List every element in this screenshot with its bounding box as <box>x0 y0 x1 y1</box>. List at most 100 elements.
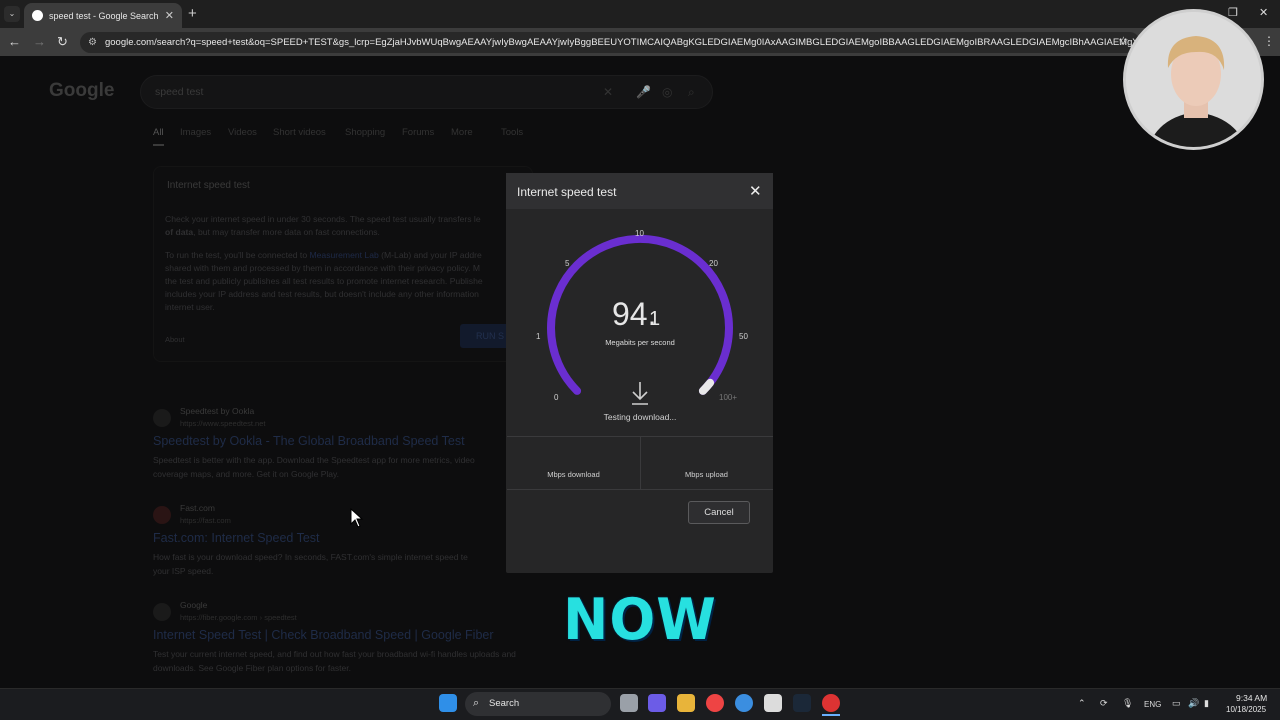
result-site: Fast.com <box>180 503 215 513</box>
speed-unit-label: Megabits per second <box>605 338 675 347</box>
google-favicon-icon <box>32 10 43 21</box>
tab-short-videos[interactable]: Short videos <box>273 127 326 138</box>
menu-icon[interactable]: ⋮ <box>1263 34 1275 48</box>
tab-search-button[interactable]: ⌄ <box>4 6 20 22</box>
clock-date[interactable]: 10/18/2025 <box>1226 705 1266 714</box>
result-snippet: downloads. See Google Fiber plan options… <box>153 663 351 673</box>
gauge-tick-label: 0 <box>554 393 559 402</box>
close-tab-icon[interactable]: ✕ <box>165 9 174 22</box>
cancel-button[interactable]: Cancel <box>688 501 750 524</box>
volume-icon[interactable]: 🔊 <box>1188 698 1199 709</box>
result-site: Google <box>180 600 208 610</box>
url-text: google.com/search?q=speed+test&oq=SPEED+… <box>104 37 1140 48</box>
steam-icon[interactable] <box>793 694 811 712</box>
active-tab-indicator <box>153 144 164 146</box>
upload-label: Mbps upload <box>685 470 728 479</box>
card-paragraph-2: To run the test, you'll be connected to … <box>165 250 482 260</box>
google-logo[interactable]: Google <box>49 80 114 102</box>
close-dialog-icon[interactable]: ✕ <box>749 182 762 200</box>
network-icon[interactable]: ▭ <box>1172 698 1181 709</box>
result-snippet: How fast is your download speed? In seco… <box>153 552 468 562</box>
reload-icon[interactable]: ↻ <box>57 34 68 50</box>
run-speed-test-button[interactable]: RUN S <box>460 324 510 348</box>
active-app-indicator <box>822 714 840 716</box>
search-input[interactable]: speed test <box>140 75 713 109</box>
back-icon[interactable]: ← <box>8 34 21 49</box>
speed-value-decimal: 1 <box>649 308 661 330</box>
card-paragraph-1: Check your internet speed in under 30 se… <box>165 214 481 224</box>
result-snippet: Test your current internet speed, and fi… <box>153 649 516 659</box>
video-caption: NOW <box>563 586 717 653</box>
microphone-icon[interactable]: 🎤 <box>636 85 651 99</box>
card-paragraph-2-line2: shared with them and processed by them i… <box>165 263 481 273</box>
result-title[interactable]: Speedtest by Ookla - The Global Broadban… <box>153 434 465 448</box>
snipping-tool-icon[interactable] <box>764 694 782 712</box>
clear-icon[interactable]: ✕ <box>603 85 613 99</box>
tab-all[interactable]: All <box>153 127 164 138</box>
download-label: Mbps download <box>547 470 600 479</box>
start-windows-icon[interactable] <box>439 694 457 712</box>
person-avatar-icon <box>1126 12 1261 147</box>
gauge-needle-indicator <box>698 378 715 395</box>
tab-videos[interactable]: Videos <box>228 127 257 138</box>
chrome-icon[interactable] <box>706 694 724 712</box>
gauge-tick-label: 100+ <box>719 393 738 402</box>
clock-time[interactable]: 9:34 AM <box>1236 693 1267 703</box>
result-snippet: your ISP speed. <box>153 566 214 576</box>
sync-icon[interactable]: ⟳ <box>1100 698 1108 709</box>
bookmark-star-icon[interactable]: ☆ <box>1118 34 1129 48</box>
tab-tools[interactable]: Tools <box>501 127 523 138</box>
battery-icon[interactable]: ▮ <box>1204 698 1209 709</box>
search-icon[interactable]: ⌕ <box>688 85 695 100</box>
result-favicon-icon <box>153 603 171 621</box>
browser-tab[interactable]: speed test - Google Search ✕ <box>24 3 182 28</box>
result-title[interactable]: Fast.com: Internet Speed Test <box>153 531 320 545</box>
result-title[interactable]: Internet Speed Test | Check Broadband Sp… <box>153 628 494 642</box>
taskbar-search-icon: ⌕ <box>473 697 480 709</box>
result-favicon-icon <box>153 506 171 524</box>
card-paragraph-2-line4: includes your IP address and test result… <box>165 289 479 299</box>
tab-shopping[interactable]: Shopping <box>345 127 385 138</box>
show-hidden-icons-icon[interactable]: ⌃ <box>1078 698 1086 709</box>
camera-search-icon[interactable]: ◎ <box>662 85 672 99</box>
webcam-overlay <box>1123 9 1264 150</box>
file-explorer-icon[interactable] <box>677 694 695 712</box>
language-indicator[interactable]: ENG <box>1144 700 1161 709</box>
tab-strip: ⌄ speed test - Google Search ✕ + ❐ ✕ <box>0 0 1280 28</box>
about-link[interactable]: About <box>165 333 185 346</box>
gauge-tick-label: 50 <box>739 332 748 341</box>
gauge-tick-label: 10 <box>635 229 644 238</box>
browser-toolbar: ← → ↻ ⚙ google.com/search?q=speed+test&o… <box>0 28 1280 56</box>
taskbar <box>0 688 1280 720</box>
task-view-icon[interactable] <box>620 694 638 712</box>
result-favicon-icon <box>153 409 171 427</box>
dialog-title: Internet speed test <box>517 185 617 199</box>
close-window-icon[interactable]: ✕ <box>1259 6 1268 19</box>
divider <box>507 489 773 490</box>
result-url: https://fast.com <box>180 516 231 525</box>
result-snippet: Speedtest is better with the app. Downlo… <box>153 455 475 465</box>
result-url: https://www.speedtest.net <box>180 419 266 428</box>
taskbar-search[interactable]: Search <box>465 692 611 716</box>
site-info-icon[interactable]: ⚙ <box>88 37 97 48</box>
new-tab-button[interactable]: + <box>188 5 197 22</box>
mouse-cursor-icon <box>350 508 364 528</box>
restore-icon[interactable]: ❐ <box>1228 6 1238 19</box>
tab-more[interactable]: More <box>451 127 473 138</box>
gauge-tick-label: 20 <box>709 259 718 268</box>
tab-forums[interactable]: Forums <box>402 127 434 138</box>
chrome-active-icon[interactable] <box>822 694 840 712</box>
card-paragraph-2-line3: the test and publicly publishes all test… <box>165 276 483 286</box>
download-arrow-icon <box>632 382 648 405</box>
copilot-icon[interactable] <box>648 694 666 712</box>
forward-icon[interactable]: → <box>33 34 46 49</box>
microphone-tray-icon[interactable]: 🎙 <box>1122 698 1133 709</box>
card-title: Internet speed test <box>167 180 250 191</box>
test-status: Testing download... <box>603 412 677 422</box>
address-bar[interactable]: ⚙ google.com/search?q=speed+test&oq=SPEE… <box>80 32 1140 53</box>
tab-title: speed test - Google Search <box>49 10 159 21</box>
tab-images[interactable]: Images <box>180 127 211 138</box>
measurement-lab-link[interactable]: Measurement Lab <box>309 250 378 260</box>
card-paragraph-2-line5: internet user. <box>165 302 215 312</box>
chrome-profile-icon[interactable] <box>735 694 753 712</box>
